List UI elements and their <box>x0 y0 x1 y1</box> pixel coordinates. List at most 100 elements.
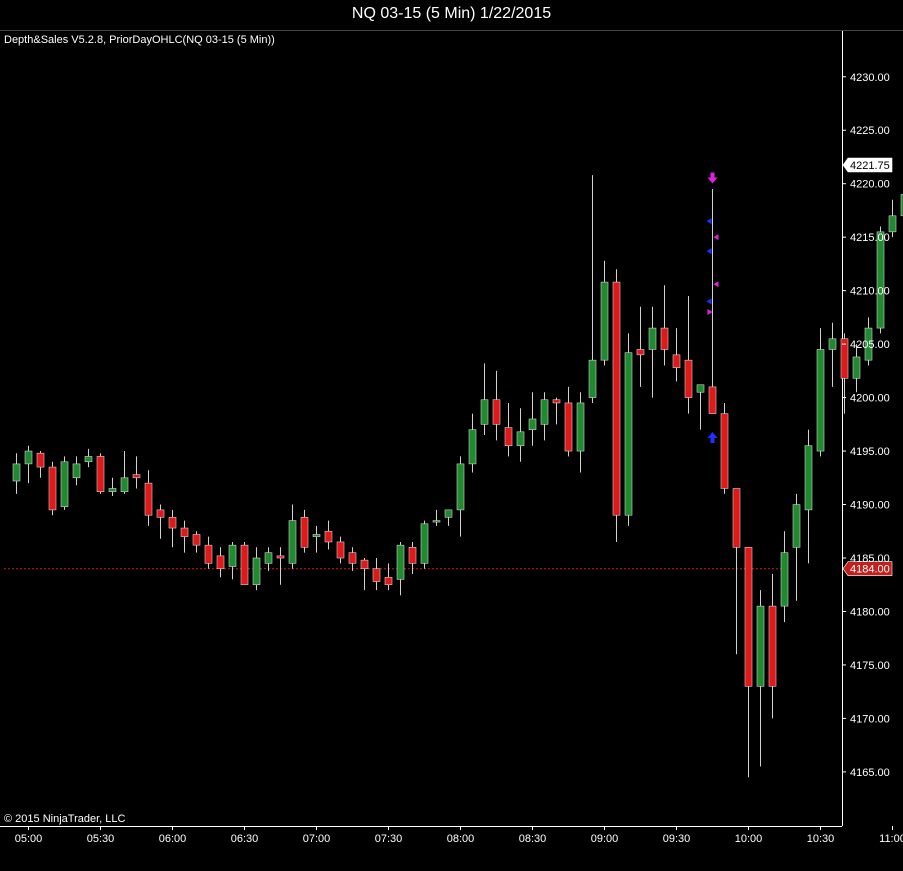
candle <box>120 451 129 494</box>
candle <box>804 429 813 564</box>
candle <box>264 547 273 571</box>
candle-body-up <box>540 399 549 425</box>
candle <box>96 453 105 494</box>
candle-body-up <box>888 215 897 233</box>
candle <box>336 536 345 564</box>
candle-body-down <box>504 427 513 447</box>
price-tick-label: 4215.00 <box>850 232 890 244</box>
candle <box>732 488 741 655</box>
candle-body-down <box>48 466 57 511</box>
candle <box>600 260 609 366</box>
candle <box>420 520 429 569</box>
candle <box>240 541 249 586</box>
candle <box>192 531 201 553</box>
price-tick-label: 4205.00 <box>850 339 890 351</box>
candle <box>252 547 261 591</box>
candle-body-up <box>84 456 93 463</box>
candle-body-down <box>204 544 213 564</box>
candle-body-down <box>636 349 645 356</box>
candle-body-down <box>384 576 393 586</box>
candle-body-down <box>564 402 573 452</box>
candle-body-down <box>180 527 189 537</box>
price-tick-label: 4180.00 <box>850 606 890 618</box>
candle <box>324 520 333 550</box>
price-tick-label: 4175.00 <box>850 660 890 672</box>
candle-body-down <box>216 555 225 569</box>
candle-body-down <box>732 488 741 548</box>
candle-body-up <box>228 544 237 567</box>
candle <box>24 445 33 484</box>
left-triangle-marker <box>706 218 712 225</box>
price-axis[interactable]: 4165.004170.004175.004180.004185.004190.… <box>842 72 893 779</box>
candle-body-up <box>312 534 321 537</box>
candle <box>696 384 705 430</box>
candle-body-up <box>828 338 837 350</box>
candle <box>720 402 729 494</box>
candle <box>684 296 693 414</box>
candle <box>72 456 81 486</box>
chart-frame <box>0 30 903 827</box>
candle-body-down <box>156 509 165 518</box>
candle-body-up <box>648 327 657 350</box>
candle-body-down <box>372 568 381 582</box>
candle-body-up <box>420 523 429 564</box>
candle-body-down <box>360 559 369 569</box>
candle-body-down <box>660 327 669 350</box>
candle <box>204 536 213 569</box>
candle <box>492 370 501 441</box>
candle <box>48 461 57 516</box>
candle <box>792 493 801 601</box>
candle <box>888 199 897 238</box>
candle-body-up <box>852 356 861 379</box>
candle-body-down <box>840 338 849 379</box>
last-price-tag-text: 4221.75 <box>850 160 890 172</box>
candle <box>648 306 657 398</box>
time-tick-label: 05:00 <box>15 833 43 845</box>
candle-body-up <box>288 520 297 564</box>
candle <box>468 413 477 473</box>
candles <box>12 175 903 778</box>
time-tick-label: 05:30 <box>87 833 115 845</box>
candle <box>612 269 621 542</box>
price-tick-label: 4195.00 <box>850 446 890 458</box>
candle <box>288 504 297 569</box>
time-axis[interactable]: 05:00 05:30 06:00 06:30 07:00 07:30 08:00 08:30… <box>15 826 903 845</box>
candle-body-up <box>252 557 261 586</box>
candle-body-up <box>588 359 597 398</box>
price-tick-label: 4230.00 <box>850 72 890 84</box>
candle-body-down <box>168 517 177 529</box>
candle <box>108 477 117 496</box>
time-tick-label: 10:00 <box>735 833 763 845</box>
candle-body-up <box>816 349 825 452</box>
candle-body-up <box>456 463 465 511</box>
candle-body-up <box>60 461 69 507</box>
price-tick-label: 4200.00 <box>850 393 890 405</box>
indicator-label: Depth&Sales V5.2.8, PriorDayOHLC(NQ 03-1… <box>4 34 275 46</box>
candle <box>132 456 141 489</box>
candle <box>384 563 393 591</box>
candle <box>528 392 537 446</box>
candle <box>300 509 309 553</box>
right-triangle-marker <box>707 309 713 316</box>
price-tick-label: 4165.00 <box>850 767 890 779</box>
candle-body-down <box>192 534 201 546</box>
candle <box>228 541 237 580</box>
candle-body-up <box>108 488 117 492</box>
candle <box>408 541 417 575</box>
candle <box>828 322 837 387</box>
candle <box>756 590 765 767</box>
candle <box>432 509 441 526</box>
candle-body-down <box>672 354 681 368</box>
candle <box>552 397 561 425</box>
candle-body-up <box>72 463 81 479</box>
candle <box>660 285 669 366</box>
candlestick-chart[interactable]: 4165.004170.004175.004180.004185.004190.… <box>0 0 903 871</box>
candle <box>576 392 585 473</box>
candle-body-up <box>444 509 453 518</box>
candle <box>504 402 513 457</box>
candle-body-up <box>120 477 129 492</box>
time-tick-label: 08:30 <box>519 833 547 845</box>
candle <box>168 509 177 548</box>
time-tick-label: 10:30 <box>807 833 835 845</box>
candle-body-down <box>276 555 285 559</box>
